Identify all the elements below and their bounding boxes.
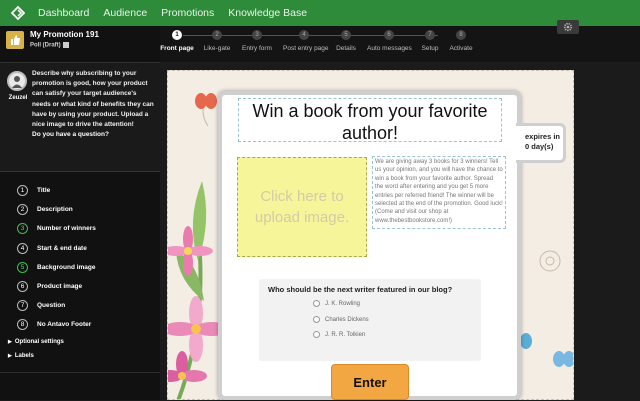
step-label: Title [37,187,51,195]
wizard-step-label: Like-gate [203,45,231,52]
wizard-step-label: Front page [160,45,194,52]
wizard-step-label: Activate [449,45,473,52]
step-item-number-of-winners[interactable]: 3 Number of winners [0,219,160,238]
nav-knowledge-base[interactable]: Knowledge Base [228,7,307,19]
wizard-step-number: 4 [299,30,309,40]
logo-icon[interactable] [6,0,30,26]
labels-label: Labels [14,353,34,359]
step-number: 2 [17,204,28,216]
sidebar: My Promotion 191 Poll (Draft) Zeuzel Des… [0,26,160,400]
wizard-step-number: 1 [172,30,182,40]
wizard-step-label: Entry form [242,45,272,52]
enter-button[interactable]: Enter [331,364,409,400]
step-number: 3 [17,223,28,235]
step-label: Number of winners [37,225,96,233]
step-label: Question [37,302,66,310]
step-number: 7 [17,300,28,312]
nav-dashboard[interactable]: Dashboard [38,7,89,19]
help-text: Describe why subscribing to your promoti… [32,69,156,140]
step-number: 1 [17,185,28,197]
optional-settings-toggle[interactable]: ▶ Optional settings [8,339,64,345]
poll-option-label: Charles Dickens [325,316,369,323]
wizard-step-number: 3 [252,30,262,40]
avatar-name: Zeuzel [8,95,28,101]
wizard-step-label: Post entry page [283,45,329,52]
step-item-description[interactable]: 2 Description [0,200,160,219]
help-question-link[interactable]: Do you have a question? [32,130,156,140]
step-label: Product image [37,283,83,291]
wizard-step-activate[interactable]: 8 Activate [447,30,475,52]
wizard-step-details[interactable]: 5 Details [334,30,358,52]
divider [0,372,160,373]
poll-option-label: J. K. Rowling [325,300,361,307]
promotion-header: My Promotion 191 Poll (Draft) [0,26,160,62]
triangle-right-icon: ▶ [8,353,12,359]
step-label: Description [37,206,73,214]
step-number: 6 [17,281,28,293]
promotion-status-text: Poll (Draft) [30,42,61,49]
wizard-step-number: 8 [456,30,466,40]
upload-image-area[interactable]: Click here to upload image. [237,157,367,257]
step-label: Start & end date [37,244,87,252]
promotion-status: Poll (Draft) [30,42,69,49]
facebook-icon [62,42,69,48]
step-item-background-image[interactable]: 5 Background image [0,258,160,277]
avatar [7,71,27,91]
poll-option-dickens[interactable]: Charles Dickens [313,316,369,323]
wizard-step-number: 6 [384,30,394,40]
nav-promotions[interactable]: Promotions [161,7,214,19]
wizard-step-setup[interactable]: 7 Setup [419,30,441,52]
help-description: Describe why subscribing to your promoti… [32,70,154,129]
step-number: 5 [17,261,28,273]
radio-button[interactable] [313,331,320,338]
wizard-step-post-entry-page[interactable]: 4 Post entry page [283,30,329,52]
step-item-title[interactable]: 1 Title [0,181,160,200]
help-box: Zeuzel Describe why subscribing to your … [0,62,160,172]
wizard-step-auto-messages[interactable]: 6 Auto messages [367,30,412,52]
promotion-card-title[interactable]: Win a book from your favorite author! [238,98,502,143]
step-item-question[interactable]: 7 Question [0,296,160,315]
step-item-start-end-date[interactable]: 4 Start & end date [0,239,160,258]
wizard-step-label: Details [336,45,356,52]
step-item-product-image[interactable]: 6 Product image [0,277,160,296]
radio-button[interactable] [313,316,320,323]
wizard-step-number: 2 [212,30,222,40]
poll-option-tolkien[interactable]: J. R. R. Tolkien [313,331,365,338]
thumbs-up-icon [6,31,24,49]
wizard-step-like-gate[interactable]: 2 Like-gate [200,30,234,52]
nav-audience[interactable]: Audience [103,7,147,19]
poll-question-label: Who should be the next writer featured i… [268,285,453,294]
wizard-step-label: Auto messages [367,45,412,52]
step-label: Background image [37,263,96,271]
poll-option-label: J. R. R. Tolkien [325,331,366,338]
settings-button[interactable] [557,20,579,34]
step-number: 4 [17,242,28,254]
top-navigation-bar: Dashboard Audience Promotions Knowledge … [0,0,640,26]
promotion-description[interactable]: We are giving away 3 books for 3 winners… [372,156,506,229]
wizard-step-entry-form[interactable]: 3 Entry form [240,30,274,52]
step-number: 8 [17,319,28,331]
labels-toggle[interactable]: ▶ Labels [8,353,34,359]
gear-icon [563,22,573,32]
wizard-step-front-page[interactable]: 1 Front page [160,30,194,52]
wizard-step-number: 7 [425,30,435,40]
step-list: 1 Title 2 Description 3 Number of winners 4… [0,181,160,335]
wizard-step-number: 5 [341,30,351,40]
radio-button[interactable] [313,300,320,307]
optional-settings-label: Optional settings [14,339,64,345]
step-label: No Antavo Footer [37,321,92,329]
wizard-step-label: Setup [421,45,439,52]
promotion-title: My Promotion 191 [30,30,99,39]
triangle-right-icon: ▶ [8,339,12,345]
poll-option-rowling[interactable]: J. K. Rowling [313,300,360,307]
step-item-no-antavo-footer[interactable]: 8 No Antavo Footer [0,315,160,334]
expires-badge: expires in 0 day(s) [516,123,566,163]
